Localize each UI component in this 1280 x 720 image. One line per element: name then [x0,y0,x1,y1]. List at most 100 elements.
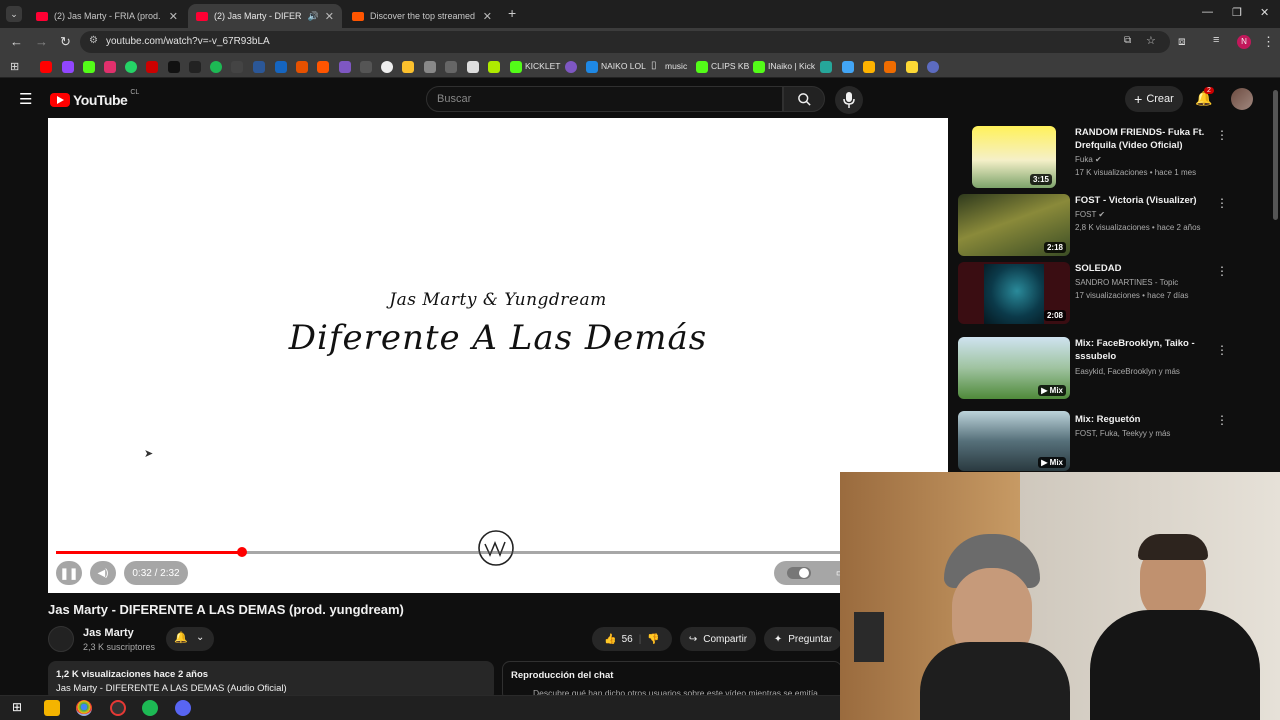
recommendation-item[interactable]: ▶ Mix Mix: Reguetón FOST, Fuka, Teekyy y… [958,411,1238,477]
bookmark-label[interactable]: NAIKO LOL [601,61,646,71]
recommendation-item[interactable]: ▶ Mix Mix: FaceBrooklyn, Taiko - sssubel… [958,337,1238,403]
spotify-taskbar-icon[interactable] [142,700,158,716]
file-explorer-icon[interactable] [44,700,60,716]
whatsapp-bookmark-icon[interactable] [125,61,137,73]
bookmark-icon[interactable] [863,61,875,73]
video-thumbnail[interactable]: 2:08 [958,262,1070,324]
discord-taskbar-icon[interactable] [175,700,191,716]
recommendation-title[interactable]: FOST - Victoria (Visualizer) [1075,194,1215,207]
account-avatar[interactable] [1231,88,1253,110]
ask-button[interactable]: ✦ Preguntar [764,627,842,651]
kick-bookmark-icon[interactable] [753,61,765,73]
notifications-button[interactable]: 🔔 2 [1195,87,1214,107]
search-input[interactable]: Buscar [426,86,783,112]
minimize-icon[interactable]: — [1202,6,1213,18]
bookmark-icon[interactable] [488,61,500,73]
video-progress-bar[interactable] [56,547,940,557]
channel-avatar[interactable] [48,626,74,652]
twitch-bookmark-icon[interactable] [62,61,74,73]
video-player[interactable]: Jas Marty & Yungdream Diferente A Las De… [48,118,948,593]
media-control-icon[interactable]: ≡ [1213,34,1219,46]
recommendation-title[interactable]: Mix: Reguetón [1075,413,1215,426]
bookmark-icon[interactable] [381,61,393,73]
maximize-icon[interactable]: ❐ [1232,6,1242,19]
recommendation-channel[interactable]: FOST ✔ [1075,210,1105,219]
bookmark-icon[interactable] [402,61,414,73]
bookmark-icon[interactable] [842,61,854,73]
bookmark-icon[interactable] [467,61,479,73]
bookmark-icon[interactable] [906,61,918,73]
forward-icon[interactable]: → [35,34,48,49]
x-bookmark-icon[interactable] [168,61,180,73]
bookmark-icon[interactable] [339,61,351,73]
bookmark-label[interactable]: music [665,61,687,71]
video-thumbnail[interactable]: ▶ Mix [958,337,1070,399]
browser-tab-active[interactable]: (2) Jas Marty - DIFERENTE A 🔊 ✕ [188,4,342,28]
back-icon[interactable]: ← [10,34,23,49]
bookmark-label[interactable]: KICKLET [525,61,560,71]
obs-taskbar-icon[interactable] [110,700,126,716]
subscription-bell-button[interactable]: 🔔 ⌄ [166,627,214,651]
naiko-bookmark-icon[interactable] [586,61,598,73]
recommendation-title[interactable]: Mix: FaceBrooklyn, Taiko - sssubelo [1075,337,1215,363]
browser-tab[interactable]: Discover the top streamed mu ✕ [344,4,500,28]
more-options-icon[interactable]: ⋮ [1216,264,1228,278]
close-tab-icon[interactable]: ✕ [483,10,492,23]
bookmark-icon[interactable] [231,61,243,73]
more-options-icon[interactable]: ⋮ [1216,196,1228,210]
video-thumbnail[interactable]: 3:15 [972,126,1056,188]
share-button[interactable]: ↪ Compartir [680,627,756,651]
music-folder-icon[interactable]: ▯ [651,60,663,72]
bookmark-icon[interactable] [927,61,939,73]
autoplay-toggle[interactable] [786,567,811,579]
tiktok-bookmark-icon[interactable] [189,61,201,73]
bookmark-label[interactable]: INaiko | Kick [768,61,815,71]
bookmark-icon[interactable] [253,61,265,73]
channel-name[interactable]: Jas Marty [83,627,134,639]
apps-grid-icon[interactable]: ⊞ [10,60,22,73]
like-button[interactable]: 👍 56 [604,634,633,645]
more-options-icon[interactable]: ⋮ [1216,128,1228,142]
tab-search-icon[interactable]: ⌄ [6,6,22,22]
video-thumbnail[interactable]: 2:18 [958,194,1070,256]
progress-scrubber-handle[interactable] [236,547,247,557]
search-button[interactable] [783,86,825,112]
new-tab-icon[interactable]: + [508,5,516,21]
bookmark-icon[interactable] [445,61,457,73]
bookmark-icon[interactable] [820,61,832,73]
hamburger-menu-icon[interactable]: ☰ [19,90,32,108]
close-window-icon[interactable]: ✕ [1260,6,1269,19]
close-tab-icon[interactable]: ✕ [169,10,178,23]
recommendation-channel[interactable]: Fuka ✔ [1075,155,1102,164]
audio-playing-icon[interactable]: 🔊 [308,11,319,22]
browser-tab[interactable]: (2) Jas Marty - FRIA (prod. yung ✕ [28,4,186,28]
soundcloud-bookmark-icon[interactable] [317,61,329,73]
recommendation-title[interactable]: SOLEDAD [1075,262,1215,275]
reload-icon[interactable]: ↻ [60,34,71,50]
recommendation-item[interactable]: 3:15 RANDOM FRIENDS- Fuka Ft. Drefquila … [958,126,1238,192]
bookmark-icon[interactable] [275,61,287,73]
clips-bookmark-icon[interactable] [696,61,708,73]
more-options-icon[interactable]: ⋮ [1216,413,1228,427]
address-bar[interactable]: ⚙ youtube.com/watch?v=-v_67R93bLA ⧉ ☆ [80,31,1170,53]
bookmark-icon[interactable] [884,61,896,73]
bookmark-icon[interactable] [565,61,577,73]
chrome-menu-icon[interactable]: ⋮ [1262,34,1275,50]
bookmark-label[interactable]: CLIPS KB [711,61,749,71]
windows-start-icon[interactable]: ⊞ [12,700,22,714]
red-bookmark-icon[interactable] [146,61,158,73]
bookmark-icon[interactable] [360,61,372,73]
recommendation-title[interactable]: RANDOM FRIENDS- Fuka Ft. Drefquila (Vide… [1075,126,1215,152]
close-tab-icon[interactable]: ✕ [325,10,334,23]
youtube-logo[interactable]: YouTube CL [50,89,139,108]
recommendation-item[interactable]: 2:18 FOST - Victoria (Visualizer) FOST ✔… [958,194,1238,260]
more-options-icon[interactable]: ⋮ [1216,343,1228,357]
bookmark-icon[interactable] [424,61,436,73]
youtube-bookmark-icon[interactable] [40,61,52,73]
recommendation-item[interactable]: 2:08 SOLEDAD SANDRO MARTINES - Topic 17 … [958,262,1238,328]
chrome-taskbar-icon[interactable] [76,700,92,716]
spotify-bookmark-icon[interactable] [210,61,222,73]
create-button[interactable]: + Crear [1125,86,1183,112]
page-scrollbar[interactable] [1273,90,1278,220]
profile-avatar-icon[interactable]: N [1237,35,1251,49]
